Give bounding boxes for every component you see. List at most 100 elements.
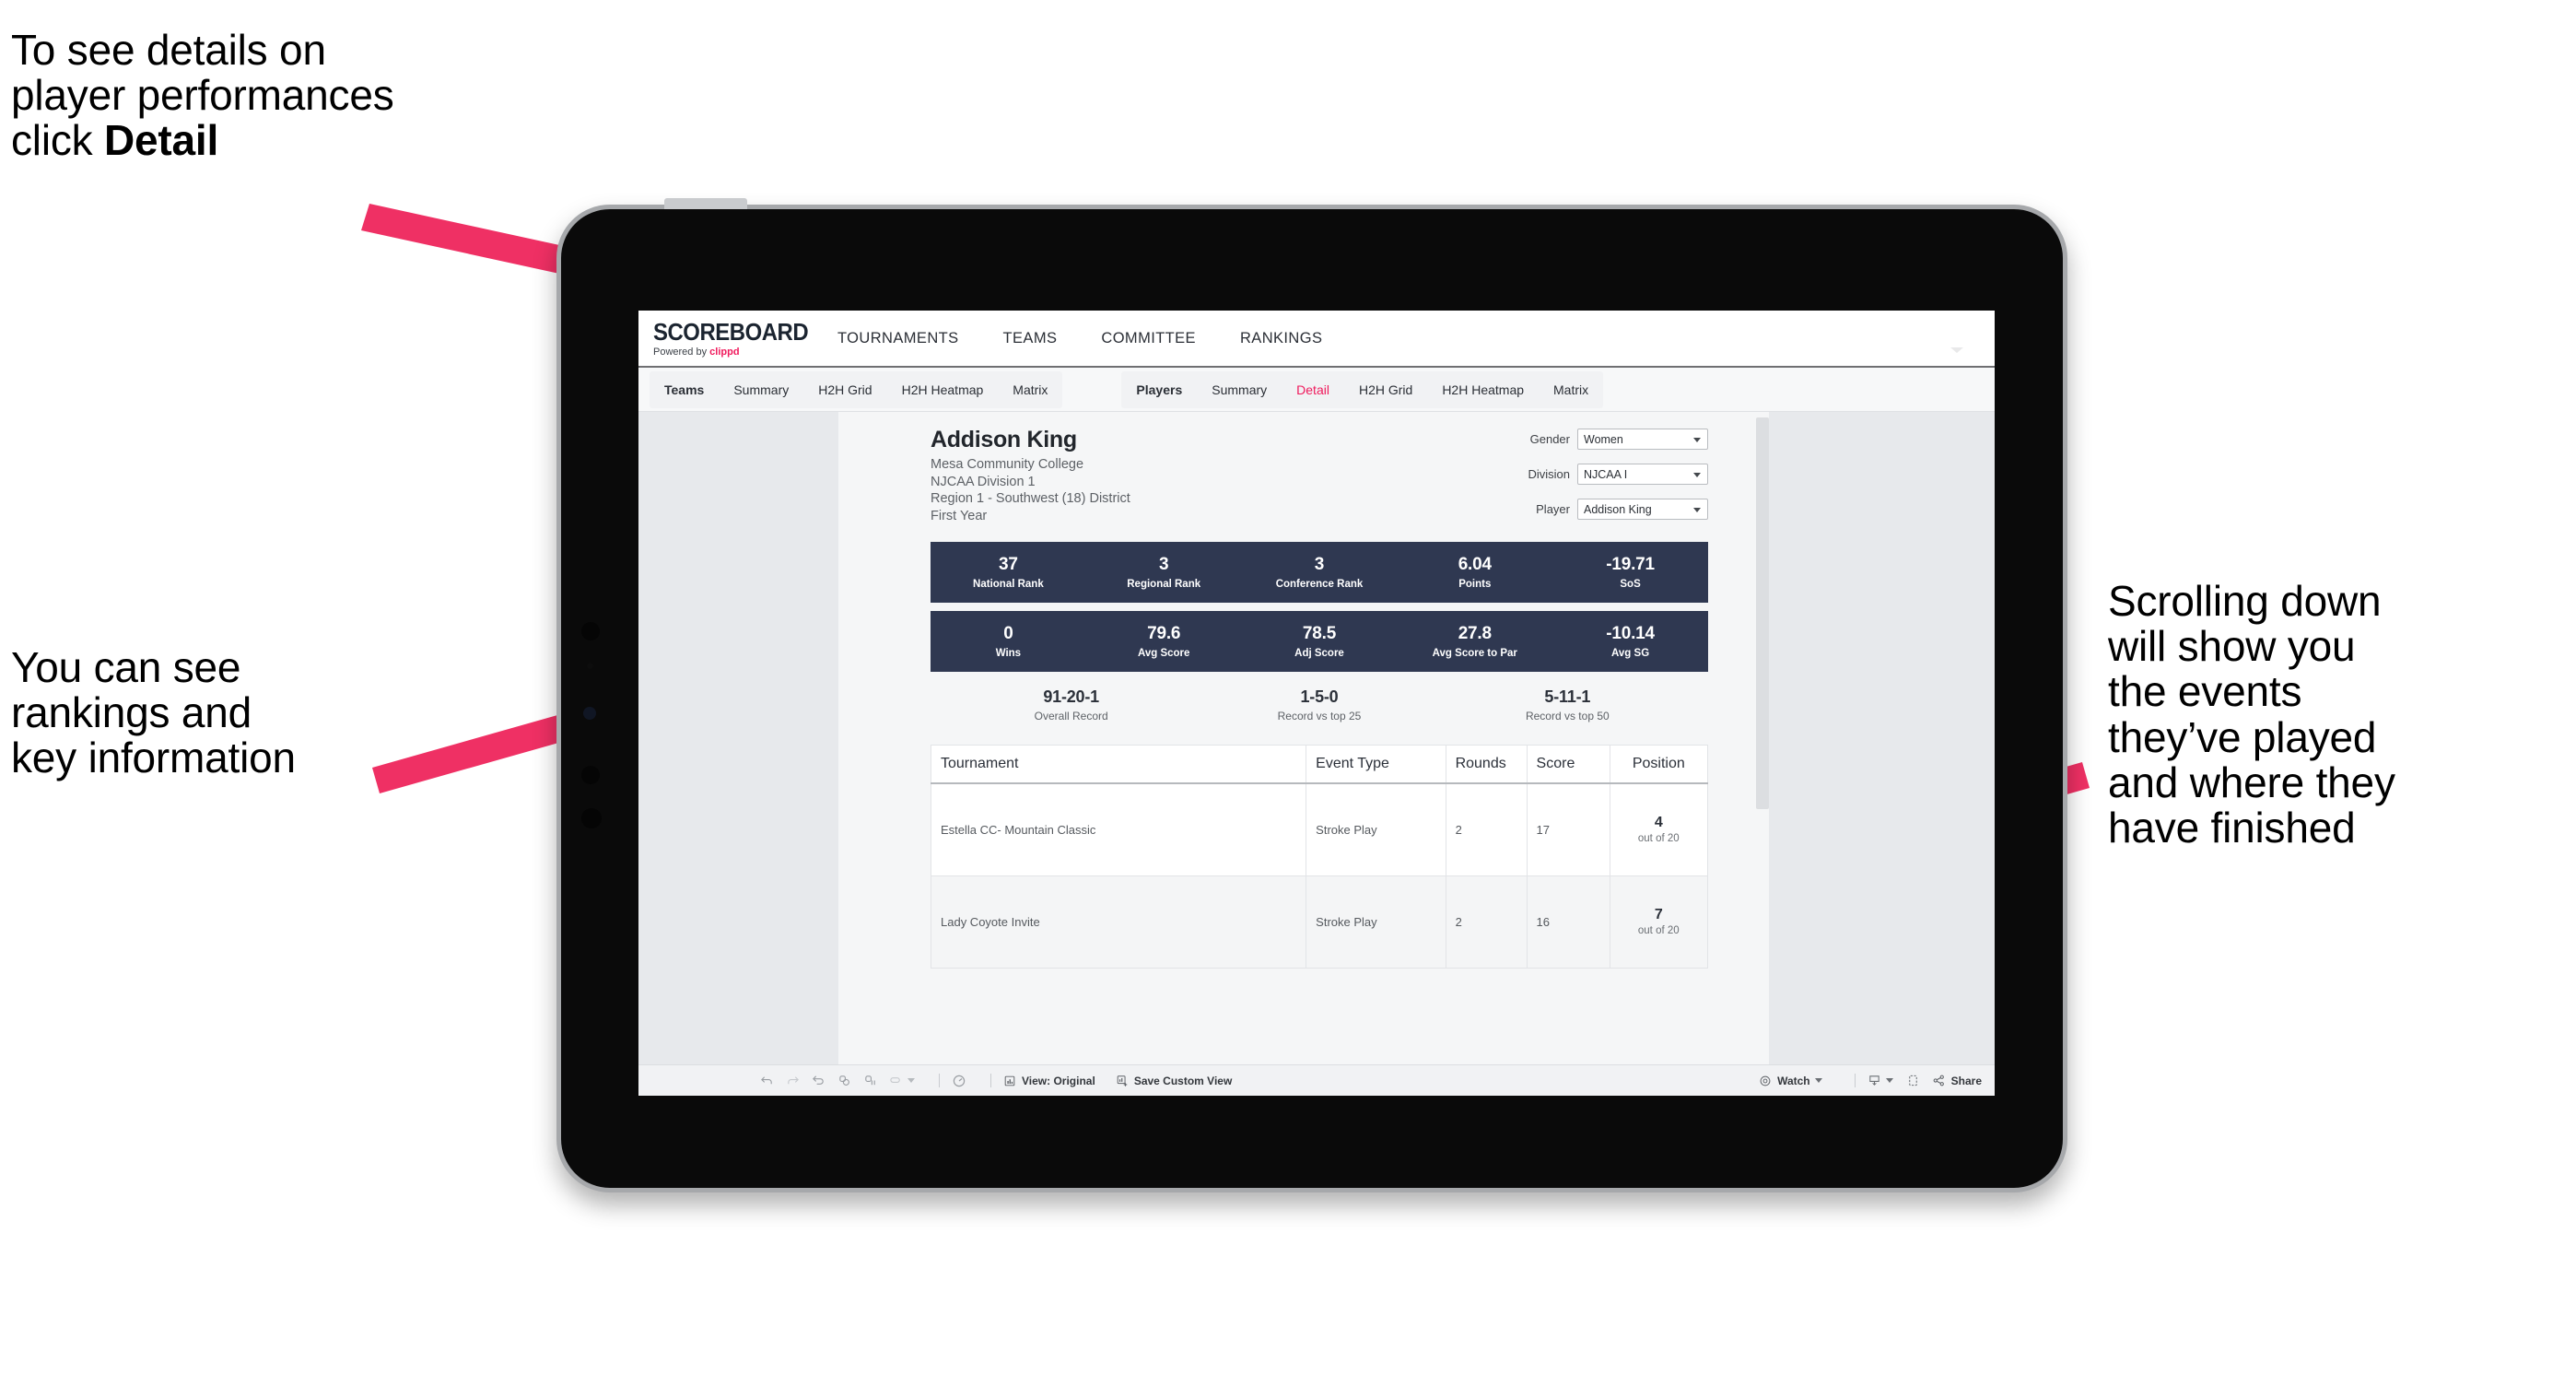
tab-teams-matrix[interactable]: Matrix bbox=[998, 371, 1062, 408]
pause-updates-icon[interactable] bbox=[863, 1074, 877, 1087]
camera-lens-icon bbox=[581, 622, 600, 640]
filter-player-row: Player Addison King bbox=[1510, 499, 1708, 520]
tab-teams-summary[interactable]: Summary bbox=[719, 371, 803, 408]
tab-players[interactable]: Players bbox=[1121, 371, 1197, 408]
annotation-detail: To see details on player performances cl… bbox=[11, 27, 619, 164]
filter-player-value: Addison King bbox=[1584, 502, 1652, 516]
stat-value: 3 bbox=[1314, 555, 1325, 574]
player-identity: Addison King Mesa Community College NJCA… bbox=[931, 427, 1130, 524]
camera-dot-icon bbox=[583, 707, 596, 720]
filter-player-label: Player bbox=[1536, 502, 1570, 516]
vertical-scrollbar-track[interactable] bbox=[1756, 412, 1769, 1064]
stats-bar-scoring: 0 Wins 79.6 Avg Score 78.5 Adj Score 27.… bbox=[931, 611, 1708, 672]
tablet-device-frame: SCOREBOARD Powered by clippd TOURNAMENTS… bbox=[556, 198, 2067, 1192]
record-label: Overall Record bbox=[1034, 710, 1108, 722]
record-value: 5-11-1 bbox=[1544, 687, 1591, 706]
mic-dot-icon bbox=[581, 808, 602, 828]
brand-logo-text: SCOREBOARD bbox=[653, 317, 809, 346]
player-year: First Year bbox=[931, 508, 988, 523]
tab-players-summary[interactable]: Summary bbox=[1197, 371, 1282, 408]
chevron-down-icon[interactable] bbox=[1885, 1078, 1893, 1083]
chevron-down-icon bbox=[1693, 508, 1701, 512]
view-original-button[interactable]: View: Original bbox=[1003, 1075, 1095, 1087]
topnav-committee[interactable]: COMMITTEE bbox=[1079, 330, 1218, 347]
player-school: Mesa Community College bbox=[931, 457, 1084, 472]
teams-tab-group: Teams Summary H2H Grid H2H Heatmap Matri… bbox=[650, 370, 1063, 408]
record-label: Record vs top 25 bbox=[1277, 710, 1362, 722]
revert-icon[interactable] bbox=[812, 1074, 825, 1087]
table-header-row: Tournament Event Type Rounds Score Posit… bbox=[930, 745, 1709, 784]
col-position[interactable]: Position bbox=[1609, 745, 1709, 784]
chevron-down-icon[interactable] bbox=[907, 1078, 915, 1083]
player-meta: Mesa Community College NJCAA Division 1 … bbox=[931, 456, 1130, 524]
vertical-scrollbar-thumb[interactable] bbox=[1756, 417, 1769, 809]
players-tab-group: Players Summary Detail H2H Grid H2H Heat… bbox=[1121, 370, 1604, 415]
filter-division-select[interactable]: NJCAA I bbox=[1577, 464, 1708, 485]
tournaments-table: Tournament Event Type Rounds Score Posit… bbox=[930, 745, 1709, 969]
stat-value: 79.6 bbox=[1147, 624, 1181, 643]
table-row[interactable]: Estella CC- Mountain Classic Stroke Play… bbox=[930, 782, 1709, 876]
chevron-down-icon[interactable] bbox=[1950, 347, 1963, 353]
filter-division-label: Division bbox=[1528, 467, 1570, 481]
topnav-teams[interactable]: TEAMS bbox=[981, 330, 1080, 347]
topnav-tournaments[interactable]: TOURNAMENTS bbox=[815, 330, 981, 347]
tab-teams-h2h-heatmap[interactable]: H2H Heatmap bbox=[887, 371, 999, 408]
position-value: 7 bbox=[1654, 907, 1663, 922]
player-header-row: Addison King Mesa Community College NJCA… bbox=[931, 427, 1708, 534]
filter-panel: Gender Women Division NJCAA I Player Add… bbox=[1510, 427, 1708, 534]
table-row[interactable]: Lady Coyote Invite Stroke Play 2 16 7 ou… bbox=[930, 875, 1709, 969]
cell-score: 17 bbox=[1526, 782, 1610, 876]
stat-label: Points bbox=[1458, 579, 1492, 590]
cell-event-type: Stroke Play bbox=[1306, 782, 1446, 876]
col-tournament[interactable]: Tournament bbox=[930, 745, 1307, 784]
share-button[interactable]: Share bbox=[1932, 1074, 1982, 1087]
download-icon[interactable] bbox=[1868, 1074, 1893, 1087]
topnav-rankings[interactable]: RANKINGS bbox=[1218, 330, 1344, 347]
col-score[interactable]: Score bbox=[1526, 745, 1610, 784]
stat-value: -10.14 bbox=[1606, 624, 1655, 643]
tab-players-detail[interactable]: Detail bbox=[1282, 371, 1344, 415]
tab-players-h2h-heatmap[interactable]: H2H Heatmap bbox=[1427, 371, 1539, 408]
device-preview-icon[interactable] bbox=[1906, 1074, 1920, 1087]
filter-player-select[interactable]: Addison King bbox=[1577, 499, 1708, 520]
auto-update-icon[interactable] bbox=[889, 1074, 915, 1087]
slide-canvas: To see details on player performances cl… bbox=[0, 0, 2576, 1386]
tab-teams-h2h-grid[interactable]: H2H Grid bbox=[803, 371, 886, 408]
view-icon bbox=[1003, 1075, 1016, 1087]
save-custom-view-label: Save Custom View bbox=[1133, 1074, 1233, 1087]
tab-players-h2h-grid[interactable]: H2H Grid bbox=[1344, 371, 1427, 408]
tab-players-matrix[interactable]: Matrix bbox=[1539, 371, 1603, 408]
filter-gender-row: Gender Women bbox=[1510, 429, 1708, 450]
page-body: Addison King Mesa Community College NJCA… bbox=[638, 412, 1995, 1064]
undo-icon[interactable] bbox=[760, 1074, 774, 1087]
col-event-type[interactable]: Event Type bbox=[1306, 745, 1446, 784]
filter-gender-select[interactable]: Women bbox=[1577, 429, 1708, 450]
tablet-screen: SCOREBOARD Powered by clippd TOURNAMENTS… bbox=[638, 311, 1995, 1096]
record-label: Record vs top 50 bbox=[1525, 710, 1610, 722]
view-original-label: View: Original bbox=[1022, 1074, 1095, 1087]
chevron-down-icon bbox=[1693, 438, 1701, 442]
stat-label: Avg Score to Par bbox=[1432, 648, 1517, 659]
speaker-dot-icon bbox=[581, 766, 600, 784]
redo-icon[interactable] bbox=[786, 1074, 800, 1087]
stat-avg-sg: -10.14 Avg SG bbox=[1552, 624, 1708, 659]
record-value: 91-20-1 bbox=[1043, 687, 1099, 706]
record-value: 1-5-0 bbox=[1300, 687, 1339, 706]
stat-avg-score-to-par: 27.8 Avg Score to Par bbox=[1397, 624, 1552, 659]
pause-auto-refresh-icon[interactable] bbox=[952, 1074, 966, 1088]
filter-gender-value: Women bbox=[1584, 432, 1623, 446]
save-custom-view-button[interactable]: Save Custom View bbox=[1116, 1074, 1233, 1087]
chevron-down-icon[interactable] bbox=[1814, 1078, 1822, 1083]
stat-sos: -19.71 SoS bbox=[1552, 555, 1708, 590]
filter-gender-label: Gender bbox=[1529, 432, 1570, 446]
stat-regional-rank: 3 Regional Rank bbox=[1086, 555, 1242, 590]
record-vs-top-50: 5-11-1 Record vs top 50 bbox=[1444, 687, 1692, 722]
refresh-data-icon[interactable] bbox=[837, 1074, 851, 1087]
brand-powered-by: Powered by clippd bbox=[653, 346, 815, 358]
brand-logo[interactable]: SCOREBOARD Powered by clippd bbox=[638, 320, 815, 358]
tab-teams[interactable]: Teams bbox=[650, 371, 719, 408]
watch-button[interactable]: Watch bbox=[1759, 1075, 1822, 1087]
stat-label: Wins bbox=[995, 648, 1022, 659]
col-rounds[interactable]: Rounds bbox=[1445, 745, 1528, 784]
stat-label: Regional Rank bbox=[1127, 579, 1201, 590]
